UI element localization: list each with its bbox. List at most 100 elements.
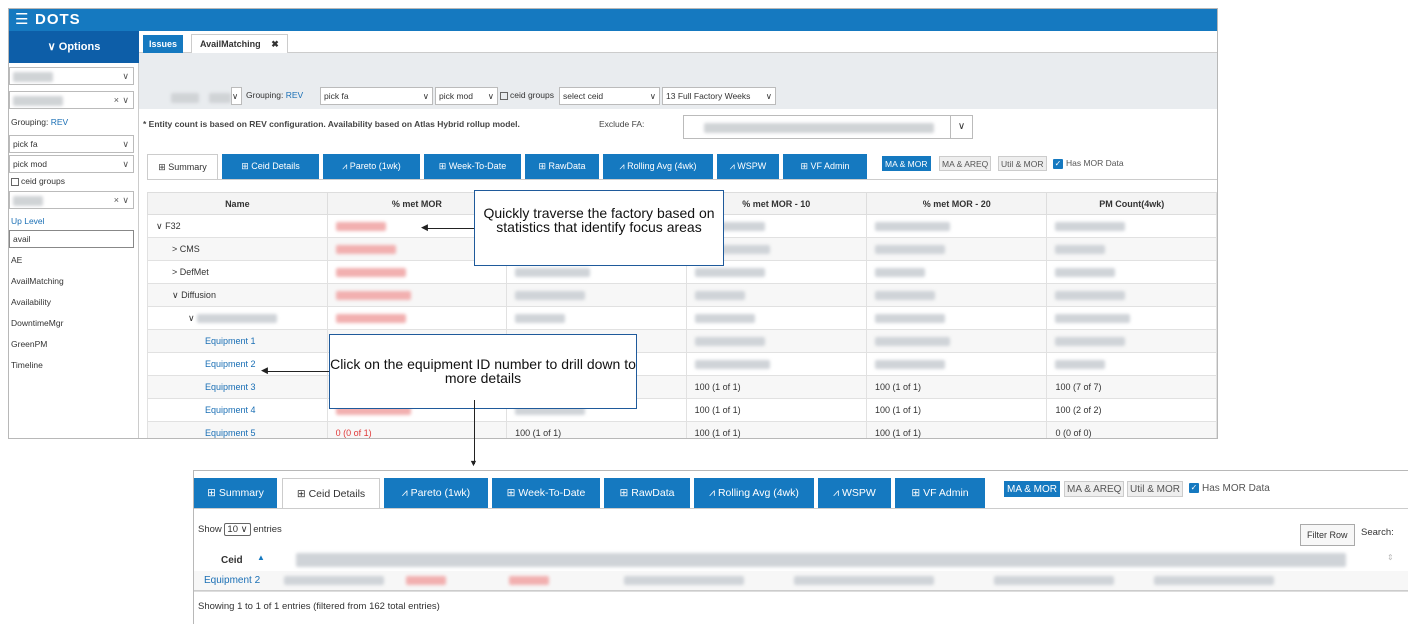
chevron-down-icon[interactable]: ∨: [172, 290, 181, 300]
chevron-down-icon[interactable]: ∨: [950, 116, 972, 138]
toggle-ma-areq[interactable]: MA & AREQ: [939, 156, 992, 171]
col-met-mor-20[interactable]: % met MOR - 20: [865, 192, 1048, 215]
sidebar-item-timeline[interactable]: Timeline: [11, 360, 43, 370]
ceid-groups-checkbox[interactable]: [11, 177, 19, 186]
grouping-rev-link[interactable]: REV: [51, 117, 68, 127]
chevron-right-icon[interactable]: >: [172, 267, 180, 277]
tab-rolling-avg[interactable]: ⩘ Rolling Avg (4wk): [603, 154, 713, 179]
grid-icon: ⊞: [207, 487, 216, 499]
tab-week-to-date[interactable]: ⊞ Week-To-Date: [492, 478, 600, 508]
col-pm-count[interactable]: PM Count(4wk): [1046, 192, 1217, 215]
sidebar-ceid-groups[interactable]: ceid groups: [11, 176, 65, 186]
filter-dropdown-chevron[interactable]: ∨: [231, 87, 242, 105]
tab-rawdata[interactable]: ⊞ RawData: [604, 478, 690, 508]
chevron-down-icon[interactable]: ∨: [188, 313, 197, 323]
up-level-link[interactable]: Up Level: [11, 216, 45, 226]
grid-icon: ⊞: [800, 161, 808, 171]
grid-icon: ⊞: [158, 162, 166, 172]
tab-pareto[interactable]: ⩘ Pareto (1wk): [384, 478, 488, 508]
tab-week-to-date[interactable]: ⊞ Week-To-Date: [424, 154, 521, 179]
chevron-down-icon[interactable]: ∨: [156, 221, 165, 231]
col-ceid[interactable]: Ceid: [221, 555, 243, 566]
tab-summary[interactable]: ⊞ Summary: [194, 478, 277, 508]
tab-vf-admin[interactable]: ⊞ VF Admin: [783, 154, 867, 179]
row-name[interactable]: Equipment 4: [147, 398, 328, 422]
toggle-ma-areq[interactable]: MA & AREQ: [1064, 481, 1125, 497]
toggle-util-mor[interactable]: Util & MOR: [1127, 481, 1183, 497]
sidebar-grouping: Grouping: REV: [11, 117, 69, 127]
toggle-ma-mor[interactable]: MA & MOR: [882, 156, 931, 171]
row-name[interactable]: ∨ Diffusion: [147, 283, 328, 307]
filter-select-ceid[interactable]: select ceid ∨: [559, 87, 660, 105]
options-label: Options: [58, 41, 101, 53]
has-mor-data-checkbox[interactable]: ✓ Has MOR Data: [1053, 156, 1124, 171]
sidebar-item-availability[interactable]: Availability: [11, 297, 51, 307]
row-name-label[interactable]: Equipment 1: [205, 336, 256, 346]
tab-availmatching[interactable]: AvailMatching ✖: [191, 34, 288, 53]
equipment-2-link[interactable]: Equipment 2: [204, 575, 260, 586]
filter-pick-fa[interactable]: pick fa ∨: [320, 87, 433, 105]
row-name-label: F32: [165, 220, 181, 231]
tab-issues[interactable]: Issues: [143, 35, 184, 53]
filter-pick-mod[interactable]: pick mod ∨: [435, 87, 498, 105]
tab-pareto[interactable]: ⩘ Pareto (1wk): [323, 154, 420, 179]
ceid-table-header: Ceid ▲ ⇕: [206, 549, 1401, 572]
row-name[interactable]: Equipment 1: [147, 329, 328, 353]
row-name-label[interactable]: Equipment 3: [205, 382, 256, 392]
filter-ceid-groups-checkbox[interactable]: [500, 91, 508, 100]
row-name[interactable]: ∨: [147, 306, 328, 330]
sidebar-select-2[interactable]: × ∨: [9, 91, 134, 109]
sort-icon[interactable]: ⇕: [1387, 553, 1394, 562]
filter-grouping-rev-link[interactable]: REV: [286, 90, 303, 100]
arrow-left-icon: ◀: [421, 222, 428, 232]
grid-icon: ⊞: [241, 161, 249, 171]
tab-vf-admin[interactable]: ⊞ VF Admin: [895, 478, 985, 508]
row-cell: [1046, 329, 1217, 353]
row-name[interactable]: Equipment 2: [147, 352, 328, 376]
sidebar-item-availmatching[interactable]: AvailMatching: [11, 276, 64, 286]
col-name[interactable]: Name: [147, 192, 328, 215]
hamburger-icon[interactable]: ☰: [15, 12, 28, 27]
tab-rolling-avg[interactable]: ⩘ Rolling Avg (4wk): [694, 478, 814, 508]
sidebar-item-greenpm[interactable]: GreenPM: [11, 339, 47, 349]
sidebar-select-1[interactable]: ∨: [9, 67, 134, 85]
sidebar-search-input[interactable]: avail: [9, 230, 134, 248]
options-button[interactable]: ∨ Options: [9, 31, 139, 63]
sidebar-pick-mod[interactable]: pick mod ∨: [9, 155, 134, 173]
row-name-label[interactable]: Equipment 5: [205, 428, 256, 438]
row-name-label[interactable]: Equipment 2: [205, 359, 256, 369]
search-label: Search:: [1361, 527, 1394, 538]
tab-wspw[interactable]: ⩘ WSPW: [717, 154, 779, 179]
row-name[interactable]: Equipment 5: [147, 421, 328, 438]
row-name[interactable]: > DefMet: [147, 260, 328, 284]
toggle-util-mor[interactable]: Util & MOR: [998, 156, 1047, 171]
exclude-fa-select[interactable]: ∨: [683, 115, 973, 139]
sidebar-pick-fa[interactable]: pick fa ∨: [9, 135, 134, 153]
row-name[interactable]: ∨ F32: [147, 214, 328, 238]
filter-ceid-groups[interactable]: ceid groups: [500, 90, 554, 100]
tab-ceid-details[interactable]: ⊞ Ceid Details: [282, 478, 380, 508]
row-name-label[interactable]: Equipment 4: [205, 405, 256, 415]
tab-wspw[interactable]: ⩘ WSPW: [818, 478, 891, 508]
dots-logo: DOTS: [35, 11, 81, 28]
chevron-down-icon: ∨: [122, 159, 129, 169]
filter-weeks[interactable]: 13 Full Factory Weeks ∨: [662, 87, 776, 105]
entries-select[interactable]: 10 ∨: [224, 523, 251, 536]
tab-ceid-details[interactable]: ⊞ Ceid Details: [222, 154, 319, 179]
tab-rawdata[interactable]: ⊞ RawData: [525, 154, 599, 179]
filter-row-button[interactable]: Filter Row: [1300, 524, 1355, 546]
toggle-ma-mor[interactable]: MA & MOR: [1004, 481, 1061, 497]
tab-summary[interactable]: ⊞ Summary: [147, 154, 218, 179]
has-mor-data-checkbox[interactable]: ✓ Has MOR Data: [1189, 481, 1270, 497]
sort-ascending-icon[interactable]: ▲: [257, 553, 265, 562]
sidebar-select-ceid[interactable]: × ∨: [9, 191, 134, 209]
sidebar-item-downtimemgr[interactable]: DowntimeMgr: [11, 318, 63, 328]
row-name[interactable]: Equipment 3: [147, 375, 328, 399]
close-icon[interactable]: ✖: [271, 39, 279, 49]
chevron-right-icon[interactable]: >: [172, 244, 180, 254]
clear-icon[interactable]: ×: [114, 192, 119, 208]
clear-icon[interactable]: ×: [114, 92, 119, 108]
row-name-label: CMS: [179, 244, 200, 254]
row-name[interactable]: > CMS: [147, 237, 328, 261]
sidebar-item-ae[interactable]: AE: [11, 255, 22, 265]
